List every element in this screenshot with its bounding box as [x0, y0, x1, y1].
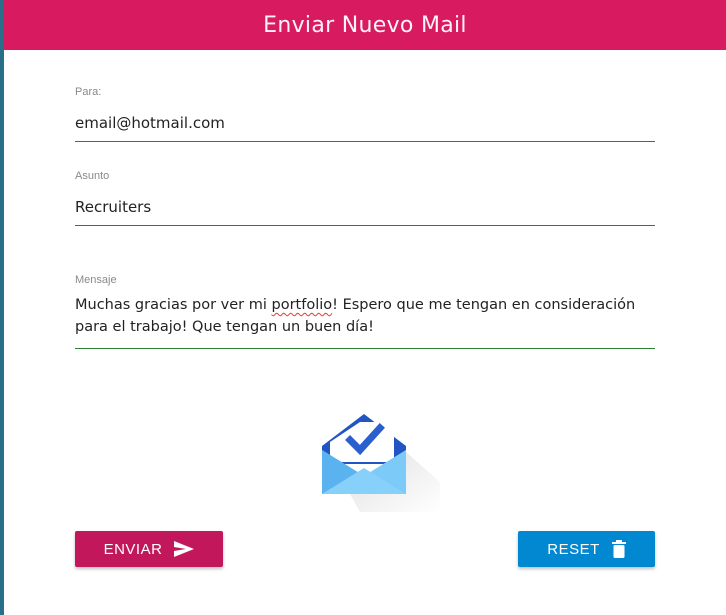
message-field[interactable]: Mensaje Muchas gracias por ver mi portfo… — [75, 274, 655, 349]
page-title: Enviar Nuevo Mail — [263, 12, 467, 38]
subject-underline — [75, 225, 655, 226]
inbox-envelope-check-icon — [320, 412, 440, 512]
trash-icon — [611, 540, 626, 558]
subject-label: Asunto — [75, 170, 110, 182]
send-button[interactable]: ENVIAR — [75, 531, 223, 567]
to-input[interactable]: email@hotmail.com — [75, 112, 655, 134]
send-icon — [174, 541, 195, 557]
message-label: Mensaje — [75, 274, 117, 286]
message-underline — [75, 348, 655, 349]
window-left-edge — [0, 0, 4, 615]
reset-button-label: RESET — [547, 540, 600, 558]
header-bar: Enviar Nuevo Mail — [4, 0, 726, 50]
message-text-start: Muchas gracias por ver mi — [75, 297, 272, 313]
to-label: Para: — [75, 86, 102, 98]
subject-field[interactable]: Asunto Recruiters — [75, 170, 655, 226]
to-field[interactable]: Para: email@hotmail.com — [75, 86, 655, 142]
to-underline — [75, 141, 655, 142]
message-textarea[interactable]: Muchas gracias por ver mi portfolio! Esp… — [75, 294, 655, 338]
reset-button[interactable]: RESET — [518, 531, 655, 567]
subject-input[interactable]: Recruiters — [75, 196, 655, 218]
send-button-label: ENVIAR — [103, 540, 163, 558]
misspelled-word: portfolio — [271, 297, 333, 313]
